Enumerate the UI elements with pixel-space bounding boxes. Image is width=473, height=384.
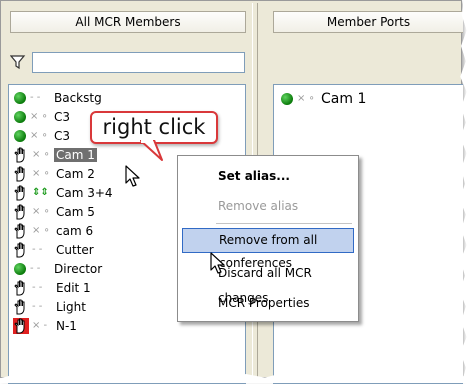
- list-item[interactable]: × ∘ Cam 1: [280, 90, 368, 108]
- green-dot-icon: [14, 110, 26, 123]
- list-item[interactable]: × ∘ C3: [13, 126, 72, 144]
- list-item[interactable]: - - Backstg: [13, 88, 104, 106]
- raised-hand-icon: [14, 204, 25, 219]
- member-label: N-1: [56, 318, 77, 333]
- list-item[interactable]: × ∘ Cam 2: [13, 164, 97, 182]
- callout-tail: [140, 140, 163, 161]
- green-dot-icon: [14, 129, 26, 142]
- list-item-selected[interactable]: × ∘ Cam 1: [13, 145, 97, 163]
- member-label: C3: [54, 128, 71, 143]
- list-item[interactable]: × ∘ Cam 5: [13, 202, 97, 220]
- menu-item-mcr-properties[interactable]: MCR Properties: [182, 291, 354, 316]
- raised-hand-icon: [14, 242, 25, 257]
- member-label: Light: [56, 299, 86, 314]
- port-label: Cam 1: [321, 91, 367, 107]
- green-dot-icon: [281, 93, 293, 105]
- green-dot-icon: [14, 91, 26, 104]
- member-label: Edit 1: [56, 280, 91, 295]
- menu-item-remove-alias[interactable]: Remove alias: [182, 194, 354, 219]
- bidirectional-arrows-icon: ⇕⇕: [32, 186, 49, 198]
- list-item[interactable]: - - Director: [13, 259, 104, 277]
- menu-separator: [216, 223, 352, 224]
- raised-hand-icon: [14, 147, 25, 162]
- filter-row: [10, 52, 246, 74]
- member-label: Director: [54, 261, 103, 276]
- member-label: Cam 1: [54, 147, 97, 162]
- raised-hand-icon: [14, 166, 25, 181]
- raised-hand-icon: [14, 223, 25, 238]
- raised-hand-icon: [14, 185, 25, 200]
- list-item[interactable]: × - N-1: [13, 316, 79, 334]
- raised-hand-icon: [14, 299, 25, 314]
- context-menu: Set alias... Remove alias Remove from al…: [177, 155, 359, 322]
- member-label: cam 6: [56, 223, 94, 238]
- raised-hand-red-icon: [13, 317, 29, 334]
- mouse-pointer-icon: [210, 252, 225, 274]
- member-ports-header[interactable]: Member Ports: [273, 11, 463, 33]
- list-item[interactable]: - - Cutter: [13, 240, 96, 258]
- green-dot-icon: [14, 262, 26, 275]
- all-mcr-members-header[interactable]: All MCR Members: [10, 11, 246, 33]
- member-label: Backstg: [54, 90, 102, 105]
- member-label: C3: [54, 109, 71, 124]
- list-item[interactable]: × ∘ C3: [13, 107, 72, 125]
- menu-item-discard-all-mcr-changes[interactable]: Discard all MCR changes: [182, 261, 354, 305]
- mouse-pointer-icon: [125, 165, 140, 187]
- list-item[interactable]: ⇕⇕ Cam 3+4: [13, 183, 115, 201]
- filter-input[interactable]: [32, 52, 245, 73]
- menu-item-set-alias[interactable]: Set alias...: [182, 164, 354, 189]
- member-label: Cam 2: [56, 166, 95, 181]
- filter-icon[interactable]: [10, 54, 26, 70]
- list-item[interactable]: - - Edit 1: [13, 278, 93, 296]
- list-item[interactable]: - - Light: [13, 297, 88, 315]
- menu-item-remove-from-all-conferences[interactable]: Remove from all conferences: [182, 228, 354, 270]
- member-label: Cam 3+4: [56, 185, 113, 200]
- member-label: Cutter: [56, 242, 94, 257]
- raised-hand-icon: [14, 280, 25, 295]
- member-label: Cam 5: [56, 204, 95, 219]
- list-item[interactable]: × ∘ cam 6: [13, 221, 95, 239]
